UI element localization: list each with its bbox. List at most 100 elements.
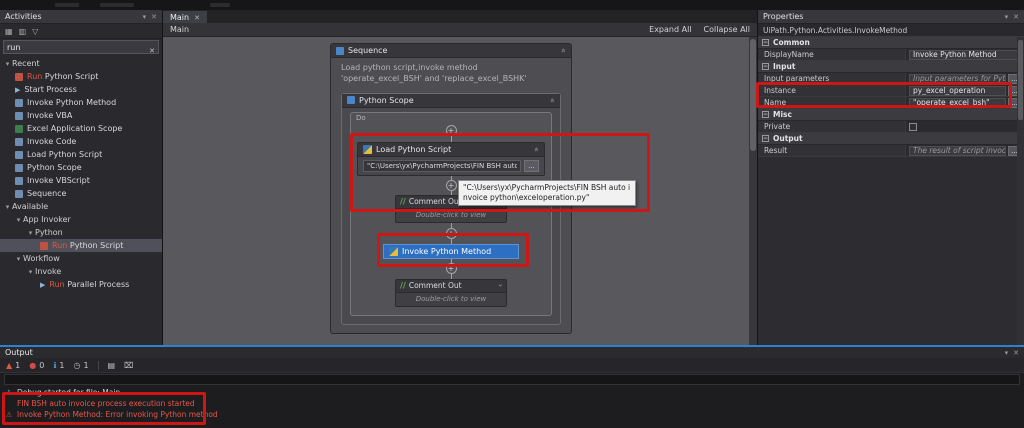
activity-label: Load Python Script [27,150,103,159]
scrollbar-thumb[interactable] [750,39,756,151]
activity-item-invoke-code[interactable]: Invoke Code [0,135,162,148]
add-activity-icon[interactable]: + [445,124,457,136]
section-misc[interactable]: − Misc [758,109,1024,121]
tree-group-recent[interactable]: Recent [0,57,162,70]
activity-item-run-python-script-available[interactable]: Run Python Script [0,239,162,252]
word-wrap-button[interactable]: ▤ [108,361,116,370]
comment-out-body[interactable]: Double-click to view [396,292,506,306]
trace-filter-button[interactable]: ◷ 1 [73,361,88,370]
sequence-header[interactable]: Sequence [331,44,571,58]
log-line[interactable]: FIN BSH auto invoice process execution s… [5,398,1019,409]
properties-panel-title: Properties [763,12,804,21]
comment-out-body[interactable]: Double-click to view [396,208,506,222]
activity-item-load-python-script[interactable]: Load Python Script [0,148,162,161]
invoke-python-method-activity[interactable]: Invoke Python Method [383,243,519,259]
python-scope-header[interactable]: Python Scope [342,93,560,108]
instance-field[interactable]: py_excel_operation [909,85,1006,96]
name-field[interactable]: "operate_excel_bsh" [909,97,1006,108]
filter-icon[interactable] [32,27,38,36]
displayname-field[interactable]: Invoke Python Method [909,49,1021,60]
load-python-script-header[interactable]: Load Python Script [358,142,544,157]
warnings-filter-button[interactable]: ▲ 1 [6,361,20,370]
section-input[interactable]: − Input [758,61,1024,73]
close-icon[interactable] [151,13,157,21]
connector-line [450,258,452,263]
collapse-section-icon[interactable]: − [762,135,769,142]
tab-close-icon[interactable] [194,13,200,22]
chevron-down-icon[interactable] [1005,13,1009,21]
chevron-down-icon[interactable] [1005,349,1009,357]
comment-icon: // [400,197,406,207]
collapse-section-icon[interactable]: − [762,63,769,70]
activity-label: Excel Application Scope [27,124,123,133]
properties-grid: − Common DisplayName Invoke Python Metho… [758,37,1024,345]
activity-item-python-scope[interactable]: Python Scope [0,161,162,174]
properties-scrollbar[interactable] [1017,37,1024,345]
workflow-canvas[interactable]: Sequence Load python script,invoke metho… [163,37,757,345]
tab-main[interactable]: Main [163,11,207,23]
section-common[interactable]: − Common [758,37,1024,49]
activity-item-run-python-script[interactable]: Run Python Script [0,70,162,83]
activity-item-sequence[interactable]: Sequence [0,187,162,200]
tree-group-app-invoker[interactable]: App Invoker [0,213,162,226]
add-activity-icon[interactable]: + [445,227,457,239]
tree-group-available[interactable]: Available [0,200,162,213]
activity-item-run-parallel-process[interactable]: Run Parallel Process [0,278,162,291]
chevron-down-icon [26,229,35,237]
expand-icon[interactable] [496,284,505,287]
clear-search-icon[interactable] [149,38,155,57]
collapse-all-link[interactable]: Collapse All [704,25,750,34]
clear-all-button[interactable]: ⌧ [124,361,133,370]
collapse-section-icon[interactable]: − [762,39,769,46]
activity-label: Invoke Python Method [27,98,117,107]
activity-item-invoke-python-method[interactable]: Invoke Python Method [0,96,162,109]
tree-group-workflow[interactable]: Workflow [0,252,162,265]
log-line[interactable]: ℹ Debug started for file: Main [5,387,1019,398]
collapse-icon[interactable] [532,147,541,152]
collapse-section-icon[interactable]: − [762,111,769,118]
load-python-script-activity[interactable]: Load Python Script ... [357,141,545,176]
activity-item-invoke-vba[interactable]: Invoke VBA [0,109,162,122]
activity-label: Python Scope [27,163,82,172]
do-container[interactable]: Do + Load Python Script « "C:\Users\yx\P… [350,111,552,316]
search-input[interactable] [7,42,150,52]
result-field[interactable]: The result of script invocation [909,145,1006,156]
private-checkbox[interactable] [909,122,917,131]
close-icon[interactable] [1013,349,1019,357]
activity-item-invoke-vbscript[interactable]: Invoke VBScript [0,174,162,187]
close-icon[interactable] [1013,13,1019,21]
info-count: 1 [59,360,65,370]
activity-item-start-process[interactable]: Start Process [0,83,162,96]
comment-out-activity[interactable]: // Comment Out Double-click to view [395,278,507,307]
python-scope-activity[interactable]: Python Scope Do + Load Python Script [341,92,561,325]
titlebar-decoration [210,3,230,7]
error-count: 0 [39,360,45,370]
invoke-vba-icon [15,111,23,120]
tree-group-python[interactable]: Python [0,226,162,239]
input-parameters-field[interactable]: Input parameters for Python scr [909,73,1006,84]
chevron-down-icon[interactable] [143,13,147,21]
add-activity-icon[interactable]: + [445,179,457,191]
grid-view-icon[interactable] [5,27,13,36]
tree-group-invoke[interactable]: Invoke [0,265,162,278]
expand-all-link[interactable]: Expand All [649,25,691,34]
add-activity-icon[interactable]: + [445,262,457,274]
list-view-icon[interactable] [19,27,27,36]
invoke-code-icon [15,137,23,146]
script-path-input[interactable] [363,159,521,172]
activity-item-excel-application-scope[interactable]: Excel Application Scope [0,122,162,135]
canvas-scrollbar[interactable] [749,37,757,345]
section-output[interactable]: − Output [758,133,1024,145]
collapse-icon[interactable] [559,48,568,53]
scrollbar-thumb[interactable] [1018,40,1023,120]
info-filter-button[interactable]: ℹ 1 [53,361,64,370]
comment-out-header[interactable]: // Comment Out [396,279,506,293]
log-line[interactable]: ⚠ Invoke Python Method: Error invoking P… [5,409,1019,420]
collapse-icon[interactable] [548,98,557,103]
output-search-input[interactable] [4,374,1020,385]
sequence-description: Load python script,invoke method 'operat… [341,63,527,83]
breadcrumb[interactable]: Main [170,25,189,34]
errors-filter-button[interactable]: ● 0 [29,361,44,370]
browse-button[interactable]: ... [524,159,539,172]
properties-panel-header: Properties [758,10,1024,24]
